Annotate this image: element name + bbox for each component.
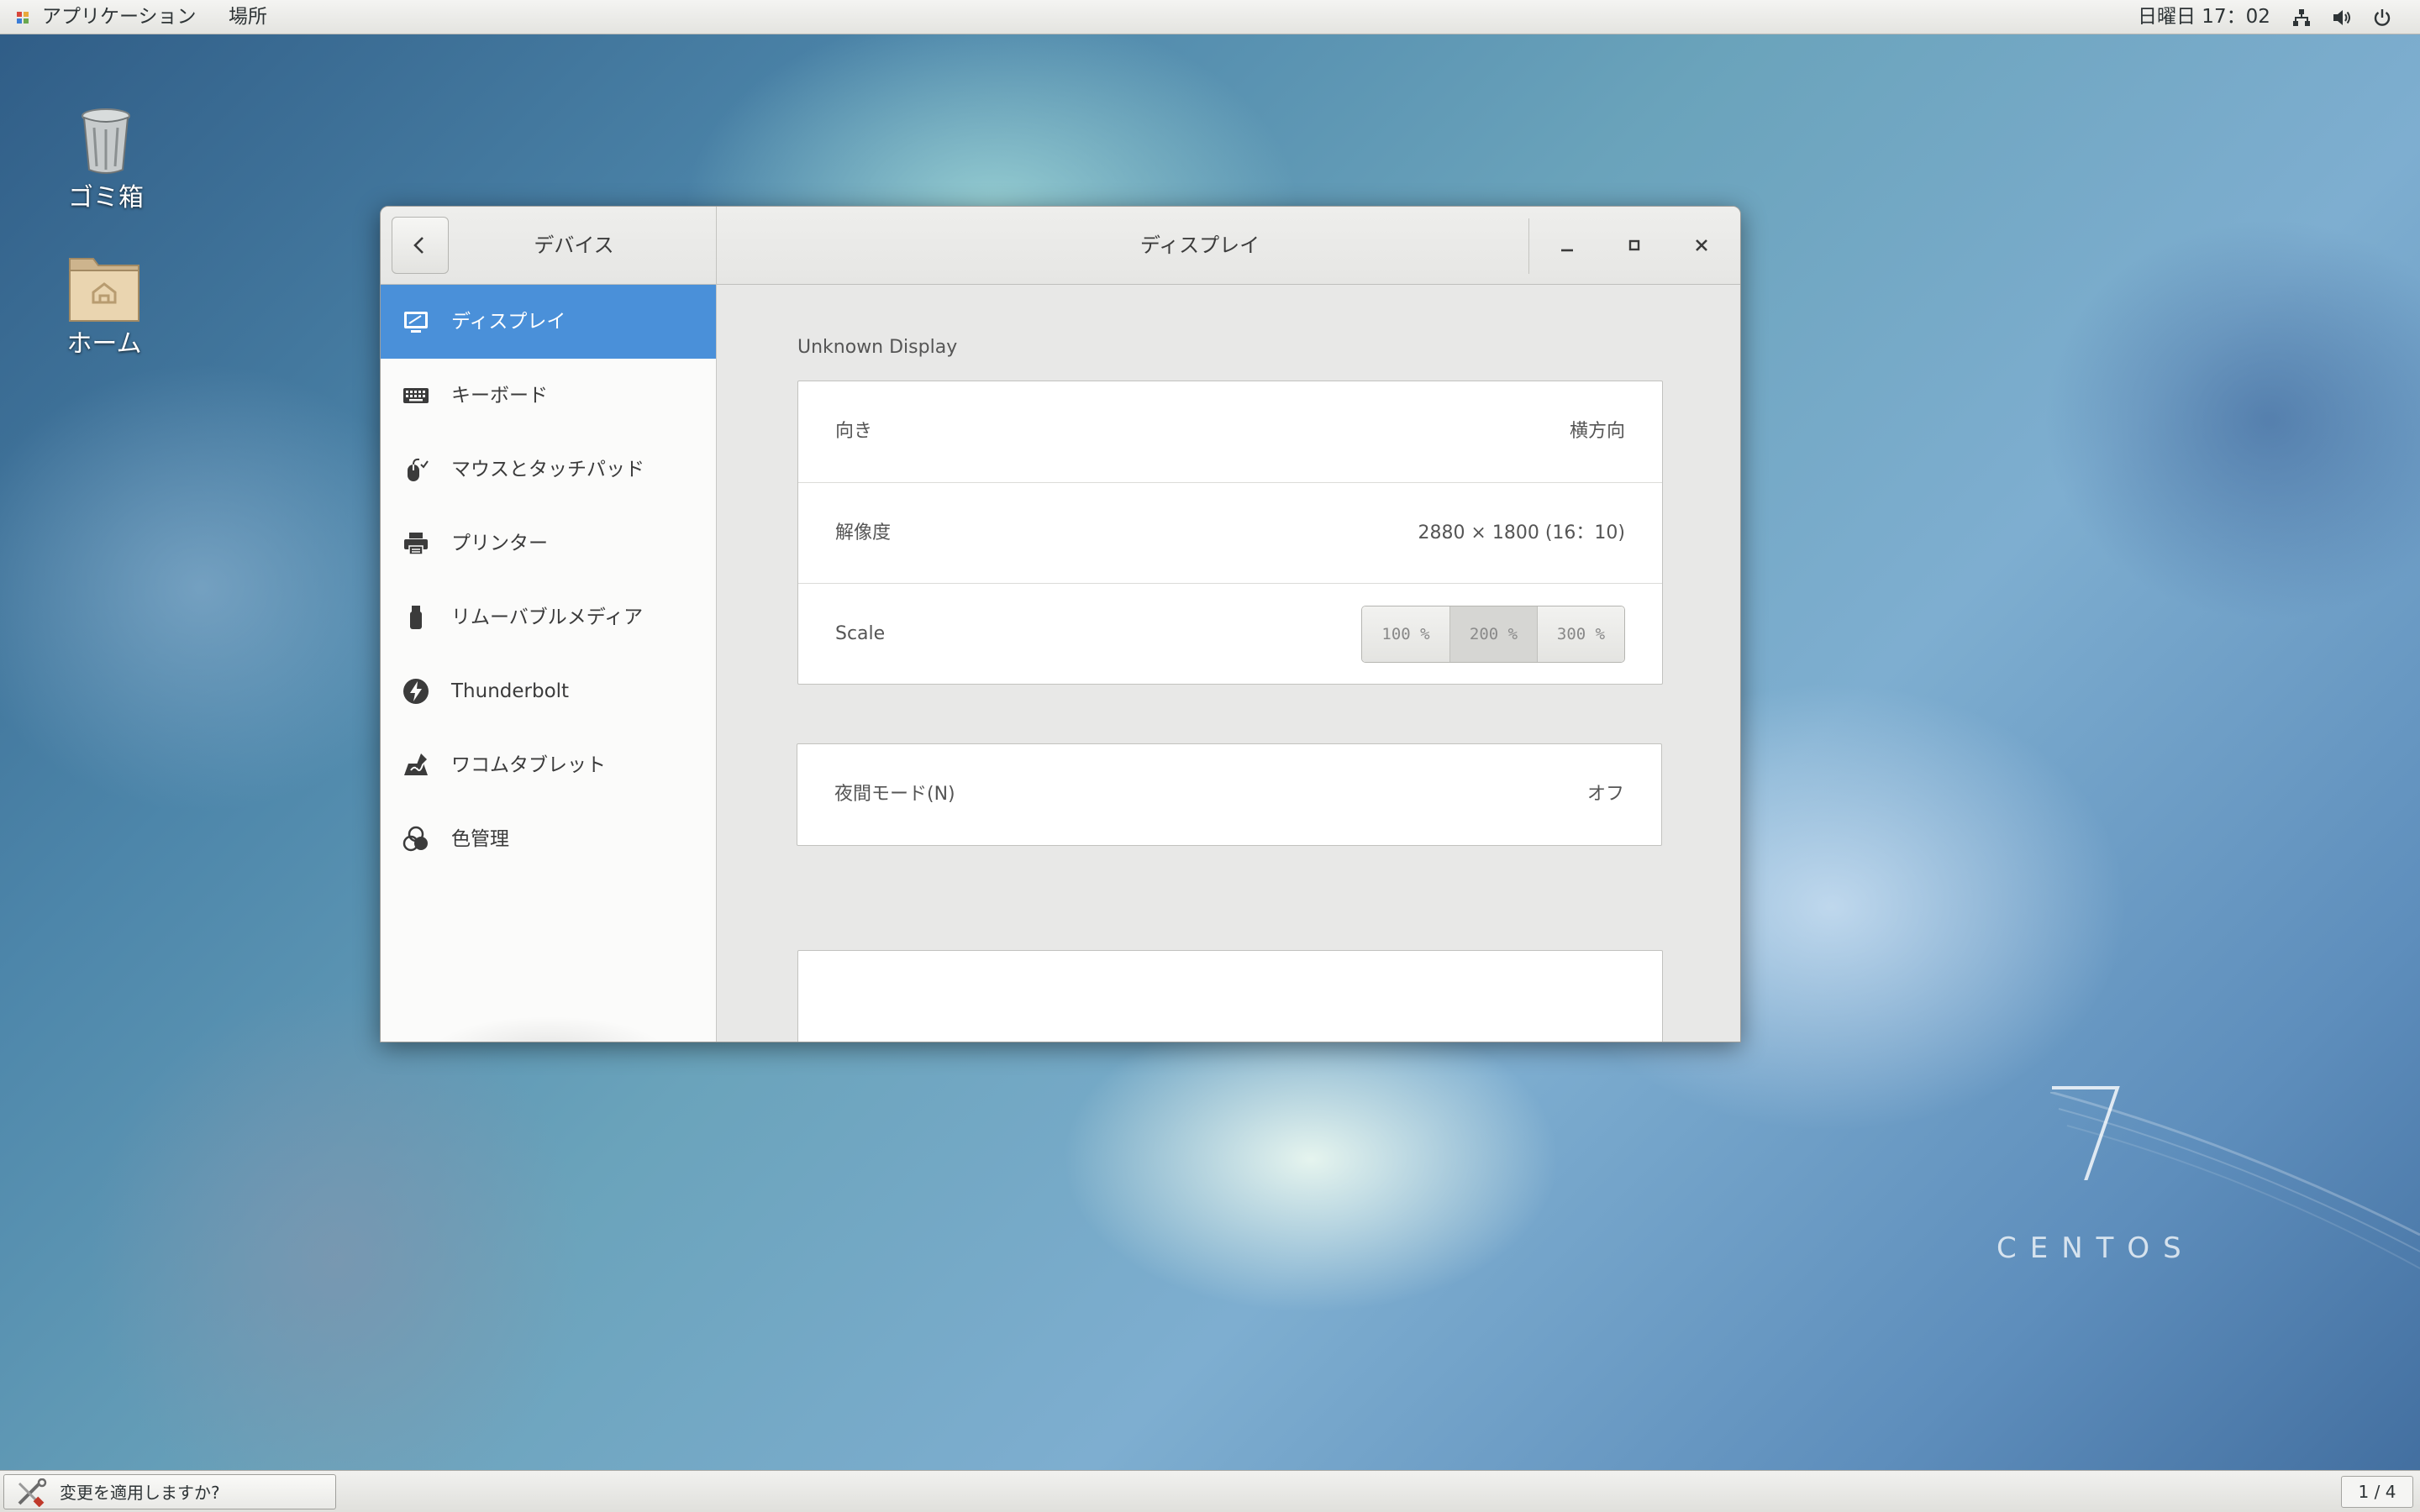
applications-icon [17, 12, 29, 24]
scale-row: Scale 100 % 200 % 300 % [798, 583, 1662, 684]
keyboard-icon [403, 388, 429, 403]
chevron-left-icon [413, 237, 424, 254]
usb-drive-icon [410, 606, 422, 629]
power-icon[interactable] [2371, 7, 2393, 29]
top-bar: アプリケーション 場所 日曜日 17：02 [0, 0, 2420, 34]
centos-wordmark: CENTOS [1996, 1231, 2195, 1265]
display-name: Unknown Display [797, 337, 958, 358]
printer-icon [404, 533, 428, 555]
maximize-button[interactable] [1614, 225, 1655, 265]
close-icon [1696, 239, 1707, 251]
sidebar-item-label: リムーバブルメディア [451, 606, 644, 628]
sidebar-item-color[interactable]: 色管理 [381, 802, 716, 876]
resolution-label: 解像度 [835, 522, 892, 543]
minimize-button[interactable] [1547, 225, 1587, 265]
sidebar-item-label: 色管理 [451, 828, 509, 850]
orientation-value: 横方向 [1569, 421, 1625, 442]
header-bar: デバイス ディスプレイ [381, 207, 1740, 285]
settings-window: デバイス ディスプレイ ディスプレイ キーボード マウスとタッチパッド プリンタ… [380, 206, 1741, 1042]
display-settings-frame: 向き 横方向 解像度 2880 × 1800 (16：10) Scale 100… [797, 381, 1663, 685]
scale-300-button[interactable]: 300 % [1537, 606, 1624, 662]
sidebar-shadow [381, 976, 716, 1042]
desktop-icon-home[interactable]: ホーム [37, 252, 171, 360]
centos-seven-logo [2052, 1086, 2120, 1180]
workspace-indicator[interactable]: 1 / 4 [2341, 1476, 2413, 1508]
sidebar-item-label: マウスとタッチパッド [451, 459, 644, 480]
night-mode-value: オフ [1586, 784, 1624, 805]
bottom-bar: 変更を適用しますか? 1 / 4 [0, 1470, 2420, 1512]
sidebar-item-wacom-tablet[interactable]: ワコムタブレット [381, 728, 716, 802]
taskbar-window-button[interactable]: 変更を適用しますか? [3, 1474, 336, 1509]
sidebar-item-label: ワコムタブレット [451, 754, 606, 776]
night-mode-frame [797, 950, 1663, 1042]
sidebar-item-keyboard[interactable]: キーボード [381, 359, 716, 433]
back-button[interactable] [392, 217, 449, 274]
desktop-icon-label: ホーム [66, 329, 142, 359]
sidebar-item-thunderbolt[interactable]: Thunderbolt [381, 654, 716, 728]
tablet-icon [404, 753, 428, 775]
night-mode-label: 夜間モード(N) [834, 784, 955, 805]
network-icon[interactable] [2291, 7, 2312, 29]
applications-menu[interactable]: アプリケーション [42, 0, 197, 34]
sidebar-item-label: ディスプレイ [451, 311, 566, 333]
sidebar-item-mouse[interactable]: マウスとタッチパッド [381, 433, 716, 507]
sidebar-item-printer[interactable]: プリンター [381, 507, 716, 580]
sidebar-item-label: Thunderbolt [451, 680, 570, 702]
volume-icon[interactable] [2331, 7, 2353, 29]
thunderbolt-icon [403, 679, 429, 704]
places-menu[interactable]: 場所 [229, 0, 267, 34]
sidebar: ディスプレイ キーボード マウスとタッチパッド プリンター リムーバブルメディア… [381, 285, 717, 1042]
settings-tools-icon [18, 1478, 47, 1507]
night-mode-row[interactable]: 夜間モード(N) オフ [797, 744, 1661, 845]
scale-button-group: 100 % 200 % 300 % [1361, 606, 1625, 663]
desktop-icon-trash[interactable]: ゴミ箱 [39, 106, 173, 213]
taskbar-window-label: 変更を適用しますか? [60, 1483, 220, 1503]
trash-icon [82, 108, 130, 174]
home-folder-icon [69, 258, 139, 322]
scale-200-button[interactable]: 200 % [1449, 606, 1537, 662]
sidebar-item-label: プリンター [451, 533, 548, 554]
window-title: ディスプレイ [1139, 234, 1260, 257]
close-button[interactable] [1681, 225, 1722, 265]
resolution-value: 2880 × 1800 (16：10) [1418, 522, 1625, 543]
resolution-row[interactable]: 解像度 2880 × 1800 (16：10) [798, 482, 1662, 583]
color-management-icon [402, 826, 428, 852]
display-icon [404, 312, 428, 333]
clock[interactable]: 日曜日 17：02 [2138, 0, 2270, 34]
header-separator [1528, 218, 1529, 274]
scale-label: Scale [835, 623, 886, 644]
desktop-icon-label: ゴミ箱 [68, 183, 144, 213]
orientation-label: 向き [835, 421, 873, 442]
display-settings-panel: Unknown Display 向き 横方向 解像度 2880 × 1800 (… [717, 285, 1740, 1042]
scale-100-button[interactable]: 100 % [1362, 606, 1449, 662]
maximize-icon [1628, 239, 1640, 251]
sidebar-item-removable-media[interactable]: リムーバブルメディア [381, 580, 716, 654]
sidebar-item-label: キーボード [451, 385, 548, 407]
orientation-row[interactable]: 向き 横方向 [798, 381, 1662, 482]
sidebar-item-display[interactable]: ディスプレイ [381, 285, 716, 359]
mouse-icon [408, 458, 429, 481]
sidebar-header: デバイス [381, 207, 717, 285]
minimize-icon [1561, 249, 1573, 252]
night-mode-frame: 夜間モード(N) オフ [797, 743, 1662, 846]
sidebar-title: デバイス [534, 234, 614, 257]
